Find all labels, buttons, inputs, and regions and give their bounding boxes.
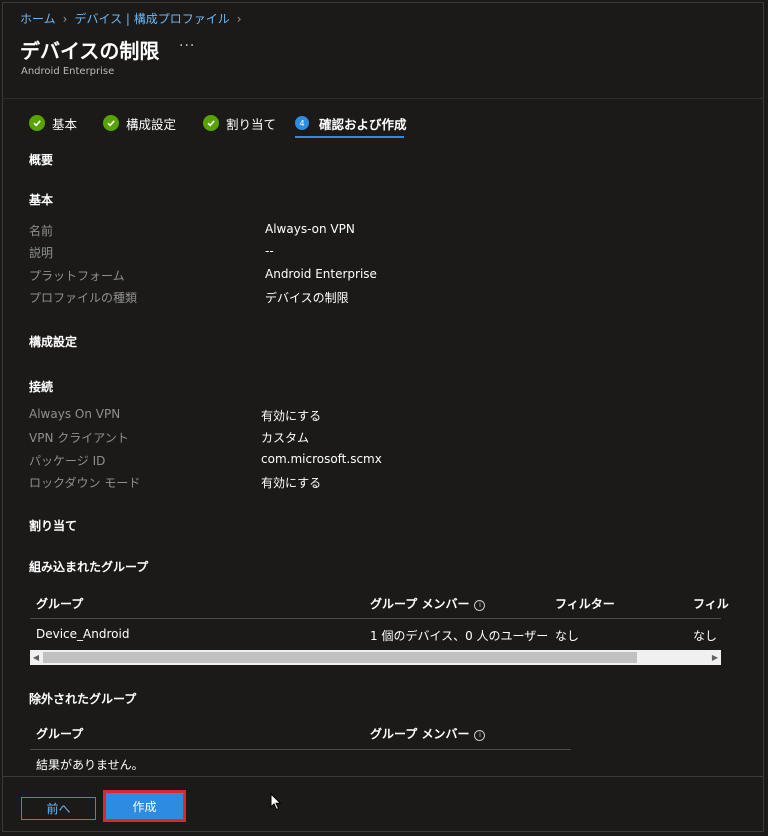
cell-group-members: 1 個のデバイス、0 人のユーザー (370, 629, 549, 643)
field-value-description: -- (265, 244, 274, 258)
page-subtitle: Android Enterprise (21, 66, 115, 77)
cell-filter: なし (555, 629, 580, 643)
info-icon[interactable]: i (474, 600, 486, 611)
field-value-package-id: com.microsoft.scmx (261, 452, 382, 466)
active-step-indicator (295, 136, 404, 138)
column-header-group: グループ (36, 597, 84, 611)
field-value-profile-type: デバイスの制限 (265, 291, 349, 305)
scroll-left-icon[interactable]: ◀ (30, 650, 42, 665)
horizontal-scrollbar[interactable]: ◀ ▶ (30, 650, 721, 665)
breadcrumb-device-profiles[interactable]: デバイス | 構成プロファイル (74, 10, 229, 27)
create-button[interactable]: 作成 (106, 793, 183, 819)
field-label-package-id: パッケージ ID (29, 454, 106, 468)
step-assignments[interactable]: 割り当て (203, 112, 276, 134)
breadcrumb: ホーム › デバイス | 構成プロファイル › (20, 10, 249, 27)
scrollbar-thumb[interactable] (43, 652, 637, 663)
column-header-filter-mode: フィル (693, 597, 729, 611)
config-settings-heading: 構成設定 (29, 335, 78, 349)
field-label-vpn-client: VPN クライアント (29, 431, 129, 445)
cell-group-name: Device_Android (36, 627, 130, 641)
field-value-lockdown-mode: 有効にする (261, 476, 322, 490)
field-label-always-on-vpn: Always On VPN (29, 407, 121, 421)
empty-results-message: 結果がありません。 (36, 758, 144, 772)
step-label: 確認および作成 (319, 116, 407, 132)
column-header-group-members: グループ メンバー i (370, 595, 486, 612)
column-header-label: グループ メンバー (370, 597, 470, 611)
field-label-platform: プラットフォーム (29, 269, 125, 283)
previous-button[interactable]: 前へ (21, 797, 96, 820)
field-label-name: 名前 (29, 224, 54, 238)
field-label-description: 説明 (29, 246, 54, 260)
basics-heading: 基本 (29, 193, 54, 207)
step-label: 割り当て (226, 116, 277, 132)
divider (2, 98, 764, 99)
page-title: デバイスの制限 (20, 39, 160, 63)
mouse-cursor-icon (270, 792, 282, 814)
step-review-create[interactable]: 4 確認および作成 (295, 112, 407, 134)
footer-divider (2, 776, 764, 777)
column-header-group: グループ (36, 727, 84, 741)
chevron-right-icon: › (236, 11, 242, 26)
step-number-badge: 4 (295, 116, 309, 130)
more-options-button[interactable]: ··· (179, 38, 195, 54)
scroll-right-icon[interactable]: ▶ (709, 650, 721, 665)
field-value-always-on-vpn: 有効にする (261, 409, 322, 423)
step-label: 基本 (52, 116, 78, 132)
field-label-lockdown-mode: ロックダウン モード (29, 476, 141, 490)
table-divider (30, 749, 571, 750)
checkmark-icon (103, 115, 119, 131)
info-icon[interactable]: i (474, 730, 486, 741)
field-value-vpn-client: カスタム (261, 431, 310, 445)
breadcrumb-home[interactable]: ホーム (20, 10, 56, 27)
assignments-heading: 割り当て (29, 519, 78, 533)
field-value-platform: Android Enterprise (265, 267, 377, 281)
step-config-settings[interactable]: 構成設定 (103, 112, 176, 134)
step-label: 構成設定 (126, 116, 177, 132)
cell-filter-mode: なし (693, 629, 718, 643)
chevron-right-icon: › (62, 11, 68, 26)
excluded-groups-heading: 除外されたグループ (29, 692, 137, 706)
checkmark-icon (203, 115, 219, 131)
table-divider (30, 618, 721, 619)
column-header-group-members: グループ メンバー i (370, 725, 486, 742)
field-value-name: Always-on VPN (265, 222, 355, 236)
column-header-filter: フィルター (555, 597, 615, 611)
summary-heading: 概要 (29, 153, 54, 167)
included-groups-heading: 組み込まれたグループ (29, 560, 149, 574)
connectivity-heading: 接続 (29, 380, 54, 394)
field-label-profile-type: プロファイルの種類 (29, 291, 138, 305)
checkmark-icon (29, 115, 45, 131)
column-header-label: グループ メンバー (370, 727, 470, 741)
step-basics[interactable]: 基本 (29, 112, 77, 134)
